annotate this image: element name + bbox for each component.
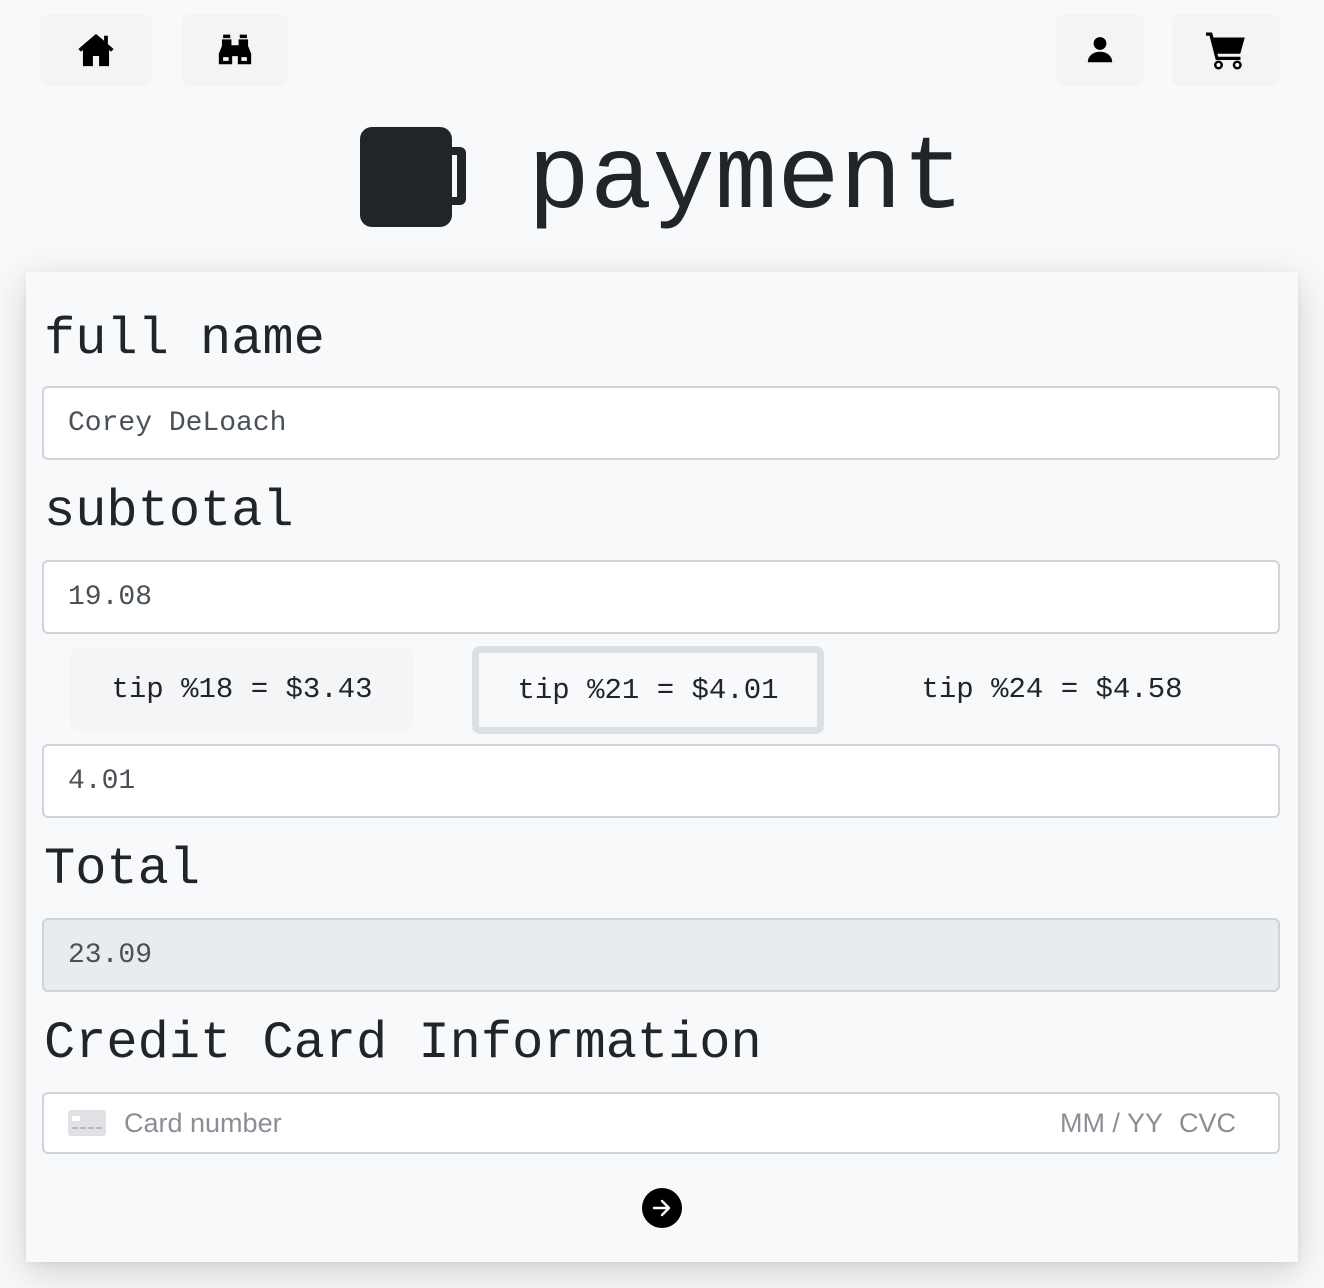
total-input — [42, 918, 1280, 992]
arrow-right-icon — [652, 1199, 671, 1217]
total-label: Total — [44, 840, 201, 899]
credit-card-icon — [68, 1110, 106, 1136]
card-element[interactable]: Card number MM / YY CVC — [42, 1092, 1280, 1154]
home-icon — [78, 33, 114, 67]
full-name-label: full name — [44, 310, 325, 369]
payment-form: full name subtotal tip %18 = $3.43 tip %… — [26, 272, 1298, 1262]
cart-icon — [1206, 32, 1245, 70]
page-heading: payment — [0, 118, 1324, 232]
home-button[interactable] — [40, 14, 152, 86]
page-title: payment — [527, 121, 965, 239]
card-number-field[interactable]: Card number — [124, 1108, 1060, 1139]
card-expiry-field[interactable]: MM / YY — [1060, 1108, 1163, 1139]
cart-button[interactable] — [1172, 14, 1280, 86]
credit-card-label: Credit Card Information — [44, 1014, 762, 1073]
subtotal-label: subtotal — [44, 482, 294, 541]
browse-button[interactable] — [182, 14, 288, 86]
account-button[interactable] — [1056, 14, 1144, 86]
submit-button[interactable] — [642, 1188, 682, 1228]
tip-21-button[interactable]: tip %21 = $4.01 — [472, 646, 824, 734]
mug-icon — [359, 127, 466, 227]
tip-18-button[interactable]: tip %18 = $3.43 — [70, 648, 414, 730]
tip-input[interactable] — [42, 744, 1280, 818]
subtotal-input[interactable] — [42, 560, 1280, 634]
binoculars-icon — [218, 34, 252, 65]
card-cvc-field[interactable]: CVC — [1179, 1108, 1236, 1139]
full-name-input[interactable] — [42, 386, 1280, 460]
tip-24-button[interactable]: tip %24 = $4.58 — [872, 648, 1232, 730]
person-icon — [1087, 37, 1113, 63]
